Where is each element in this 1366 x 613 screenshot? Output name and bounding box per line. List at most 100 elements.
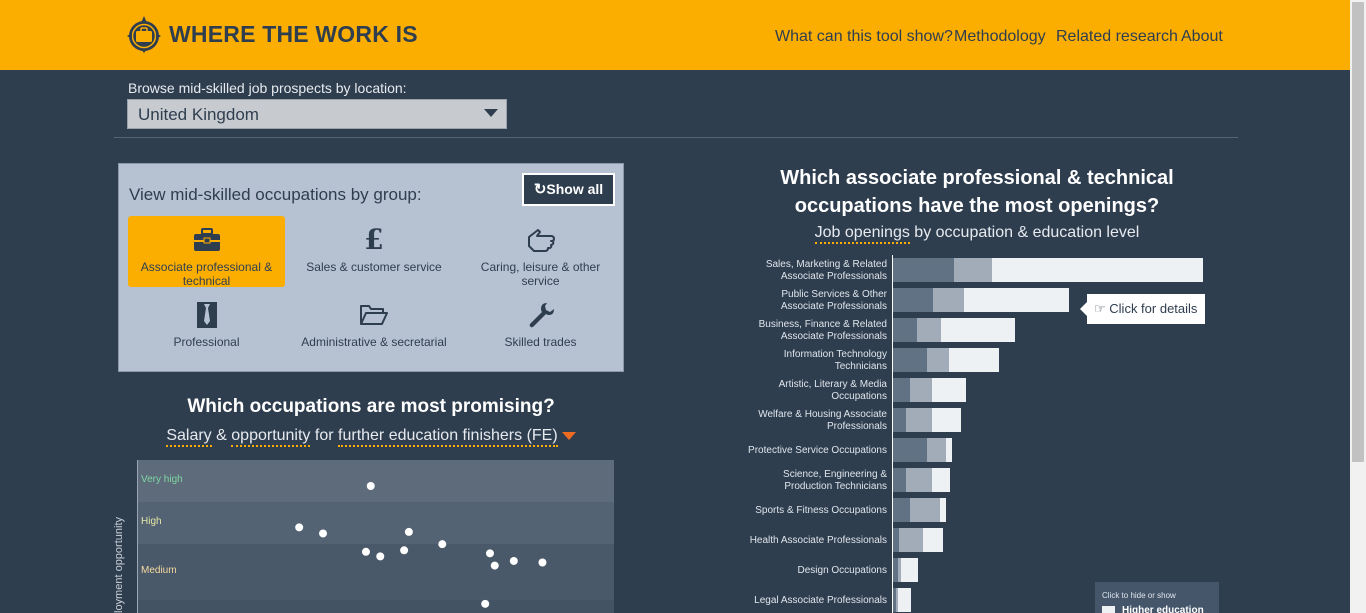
bar-segment[interactable]: [893, 378, 910, 402]
bar-segment[interactable]: [899, 528, 923, 552]
scatter-point[interactable]: [366, 482, 375, 491]
bar-segment[interactable]: [927, 438, 946, 462]
scatter-point[interactable]: [490, 561, 499, 570]
bar-segment[interactable]: [941, 318, 1015, 342]
scatter-point[interactable]: [361, 547, 370, 556]
bar-segment[interactable]: [910, 378, 932, 402]
bar-segment[interactable]: [932, 378, 966, 402]
bar-segment[interactable]: [964, 288, 1069, 312]
location-selected-value: United Kingdom: [138, 105, 259, 124]
bar-category-label: Welfare & Housing Associate Professionals: [758, 409, 887, 432]
subtitle-for: for: [314, 427, 334, 444]
legend-label-higher-education[interactable]: Higher education: [1122, 605, 1204, 613]
bar-segment[interactable]: [893, 498, 910, 522]
bar-segment[interactable]: [992, 258, 1203, 282]
bar-segment[interactable]: [923, 528, 943, 552]
bar-segment[interactable]: [946, 438, 952, 462]
scrollbar-thumb[interactable]: [1352, 2, 1364, 462]
bar-segment[interactable]: [893, 288, 933, 312]
bar-segment[interactable]: [949, 348, 999, 372]
bar-category-label: Design Occupations: [798, 565, 888, 576]
bar-segment[interactable]: [933, 288, 964, 312]
chevron-down-icon: [484, 109, 498, 117]
scatter-point[interactable]: [509, 556, 518, 565]
bar-category-label: Sales, Marketing & Related Associate Prof…: [766, 259, 887, 282]
show-all-button[interactable]: ↻Show all: [522, 173, 615, 206]
bar-category-label: Legal Associate Professionals: [754, 595, 887, 606]
scatter-point[interactable]: [538, 558, 547, 567]
group-caring-leisure-other-service[interactable]: Caring, leisure & other service: [462, 226, 619, 288]
legend-hint: Click to hide or show: [1102, 591, 1176, 600]
site-header: WHERE THE WORK IS What can this tool sho…: [0, 0, 1350, 70]
bar-segment[interactable]: [893, 318, 917, 342]
bar-segment[interactable]: [954, 258, 992, 282]
bar-segment[interactable]: [893, 558, 898, 582]
legend-swatch-higher-education[interactable]: [1102, 606, 1115, 613]
bar-segment[interactable]: [896, 588, 898, 612]
bar-segment[interactable]: [898, 558, 901, 582]
nav-what-can-this-tool-show[interactable]: What can this tool show?: [775, 28, 953, 46]
occupation-group-panel: View mid-skilled occupations by group: ↻…: [118, 163, 624, 372]
band-label-high: High: [141, 516, 162, 527]
location-select[interactable]: United Kingdom: [127, 99, 507, 129]
group-label-skilled-trades: Skilled trades: [504, 335, 577, 349]
bar-segment[interactable]: [906, 468, 932, 492]
openings-subtitle: Job openings by occupation & education l…: [737, 224, 1217, 244]
salary-link[interactable]: Salary: [166, 427, 212, 447]
bar-category-label: Health Associate Professionals: [750, 535, 887, 546]
bar-segment[interactable]: [906, 408, 932, 432]
scatter-point[interactable]: [438, 540, 447, 549]
click-for-details-tooltip[interactable]: ☞ Click for details: [1080, 294, 1205, 324]
pointer-hand-icon: ☞: [1094, 301, 1106, 316]
group-skilled-trades[interactable]: Skilled trades: [462, 301, 619, 361]
group-sales-customer-service[interactable]: £ Sales & customer service: [301, 226, 447, 286]
caret-down-icon[interactable]: [561, 431, 576, 440]
bar-segment[interactable]: [893, 468, 906, 492]
bar-category-label: Business, Finance & Related Associate Pro…: [759, 319, 887, 342]
group-label-associate-professional: Associate professional & technical: [140, 260, 273, 288]
scatter-point[interactable]: [481, 599, 490, 608]
bar-segment[interactable]: [901, 558, 918, 582]
bar-segment[interactable]: [898, 588, 911, 612]
scatter-point[interactable]: [376, 552, 385, 561]
group-label-caring: Caring, leisure & other service: [480, 260, 601, 288]
audience-dropdown[interactable]: further education finishers (FE): [338, 427, 558, 447]
group-label-sales: Sales & customer service: [306, 260, 442, 274]
group-administrative-secretarial[interactable]: Administrative & secretarial: [301, 301, 447, 361]
promising-title: Which occupations are most promising?: [187, 396, 555, 417]
group-professional[interactable]: Professional: [128, 301, 285, 361]
bar-category-label: Sports & Fitness Occupations: [755, 505, 887, 516]
bar-segment[interactable]: [893, 588, 896, 612]
scatter-point[interactable]: [400, 546, 409, 555]
bar-segment[interactable]: [910, 498, 940, 522]
bar-segment[interactable]: [893, 528, 899, 552]
band-label-very-high: Very high: [141, 474, 183, 485]
scatter-point[interactable]: [319, 529, 328, 538]
scatter-point[interactable]: [295, 523, 304, 532]
nav-related-research[interactable]: Related research: [1056, 28, 1178, 46]
scatter-point[interactable]: [404, 527, 413, 536]
openings-subtitle-rest: by occupation & education level: [914, 224, 1140, 241]
brand-title[interactable]: WHERE THE WORK IS: [169, 21, 418, 48]
job-openings-link[interactable]: Job openings: [814, 224, 910, 244]
bar-category-label: Public Services & Other Associate Profess…: [781, 289, 888, 312]
bar-segment[interactable]: [893, 348, 927, 372]
bar-segment[interactable]: [893, 438, 927, 462]
opportunity-link[interactable]: opportunity: [231, 427, 311, 447]
group-associate-professional-technical[interactable]: Associate professional & technical: [128, 216, 285, 288]
wrench-icon: [529, 303, 554, 328]
bar-segment[interactable]: [932, 468, 950, 492]
compass-briefcase-logo-icon[interactable]: [127, 16, 161, 53]
nav-about[interactable]: About: [1181, 28, 1223, 46]
bar-segment[interactable]: [917, 318, 941, 342]
scatter-point[interactable]: [485, 549, 494, 558]
nav-methodology[interactable]: Methodology: [954, 28, 1046, 46]
bar-segment[interactable]: [932, 408, 961, 432]
bar-segment[interactable]: [893, 258, 954, 282]
bar-segment[interactable]: [940, 498, 946, 522]
bar-category-label: Protective Service Occupations: [748, 445, 887, 456]
bar-segment[interactable]: [893, 408, 906, 432]
scatter-y-axis-label: loyment opportunity: [113, 517, 125, 613]
tooltip-text: Click for details: [1109, 301, 1198, 316]
bar-segment[interactable]: [927, 348, 949, 372]
